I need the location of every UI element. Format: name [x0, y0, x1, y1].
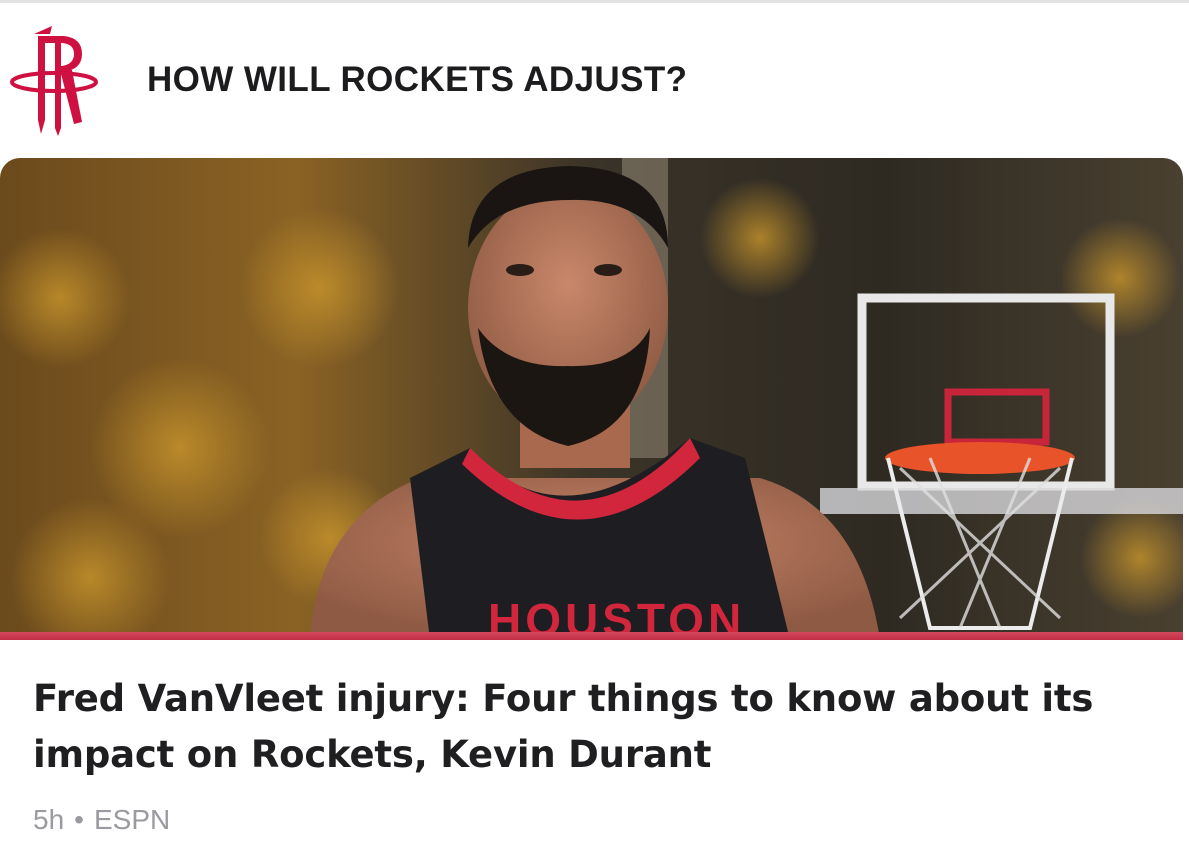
- houston-rockets-logo-icon: [10, 26, 98, 136]
- image-accent-strip: [0, 632, 1183, 640]
- meta-separator: •: [74, 804, 84, 835]
- article-source: ESPN: [93, 804, 171, 835]
- article-headline[interactable]: Fred VanVleet injury: Four things to kno…: [33, 671, 1133, 783]
- player-photo-image[interactable]: HOUSTON: [0, 158, 1183, 640]
- article-card[interactable]: HOUSTON Fred VanVleet injury: Four thing…: [0, 158, 1183, 867]
- article-time: 5h: [33, 804, 65, 835]
- news-page: HOW WILL ROCKETS ADJUST? HOUSTON Fred Va…: [0, 0, 1189, 867]
- section-header[interactable]: HOW WILL ROCKETS ADJUST?: [0, 0, 1189, 158]
- section-title: HOW WILL ROCKETS ADJUST?: [147, 60, 688, 99]
- article-meta: 5h • ESPN: [33, 804, 170, 836]
